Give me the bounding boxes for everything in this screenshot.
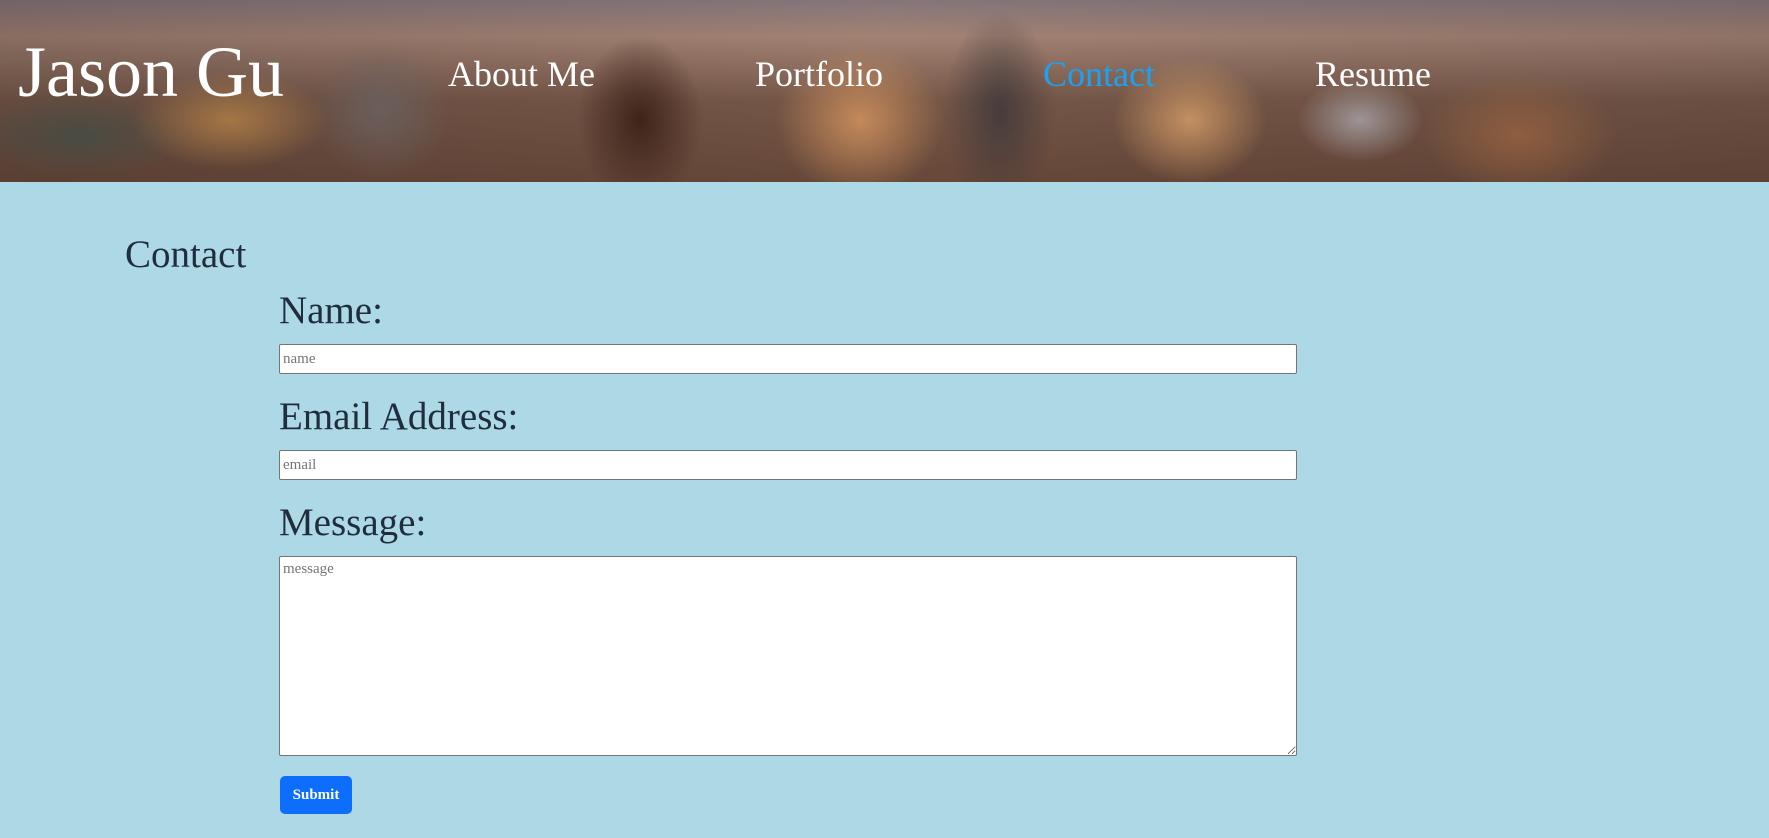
- nav-link-resume[interactable]: Resume: [1315, 52, 1431, 96]
- submit-button[interactable]: Submit: [280, 776, 352, 814]
- site-brand: Jason Gu: [18, 32, 284, 112]
- nav-link-about-me[interactable]: About Me: [448, 52, 595, 96]
- page-title: Contact: [125, 233, 247, 276]
- message-label: Message:: [279, 501, 427, 544]
- name-label: Name:: [279, 289, 383, 332]
- email-label: Email Address:: [279, 395, 519, 438]
- nav-link-portfolio[interactable]: Portfolio: [755, 52, 883, 96]
- email-input[interactable]: [279, 450, 1297, 480]
- nav-link-contact[interactable]: Contact: [1043, 52, 1155, 96]
- name-input[interactable]: [279, 344, 1297, 374]
- site-header: Jason Gu About Me Portfolio Contact Resu…: [0, 0, 1769, 182]
- message-textarea[interactable]: [279, 556, 1297, 756]
